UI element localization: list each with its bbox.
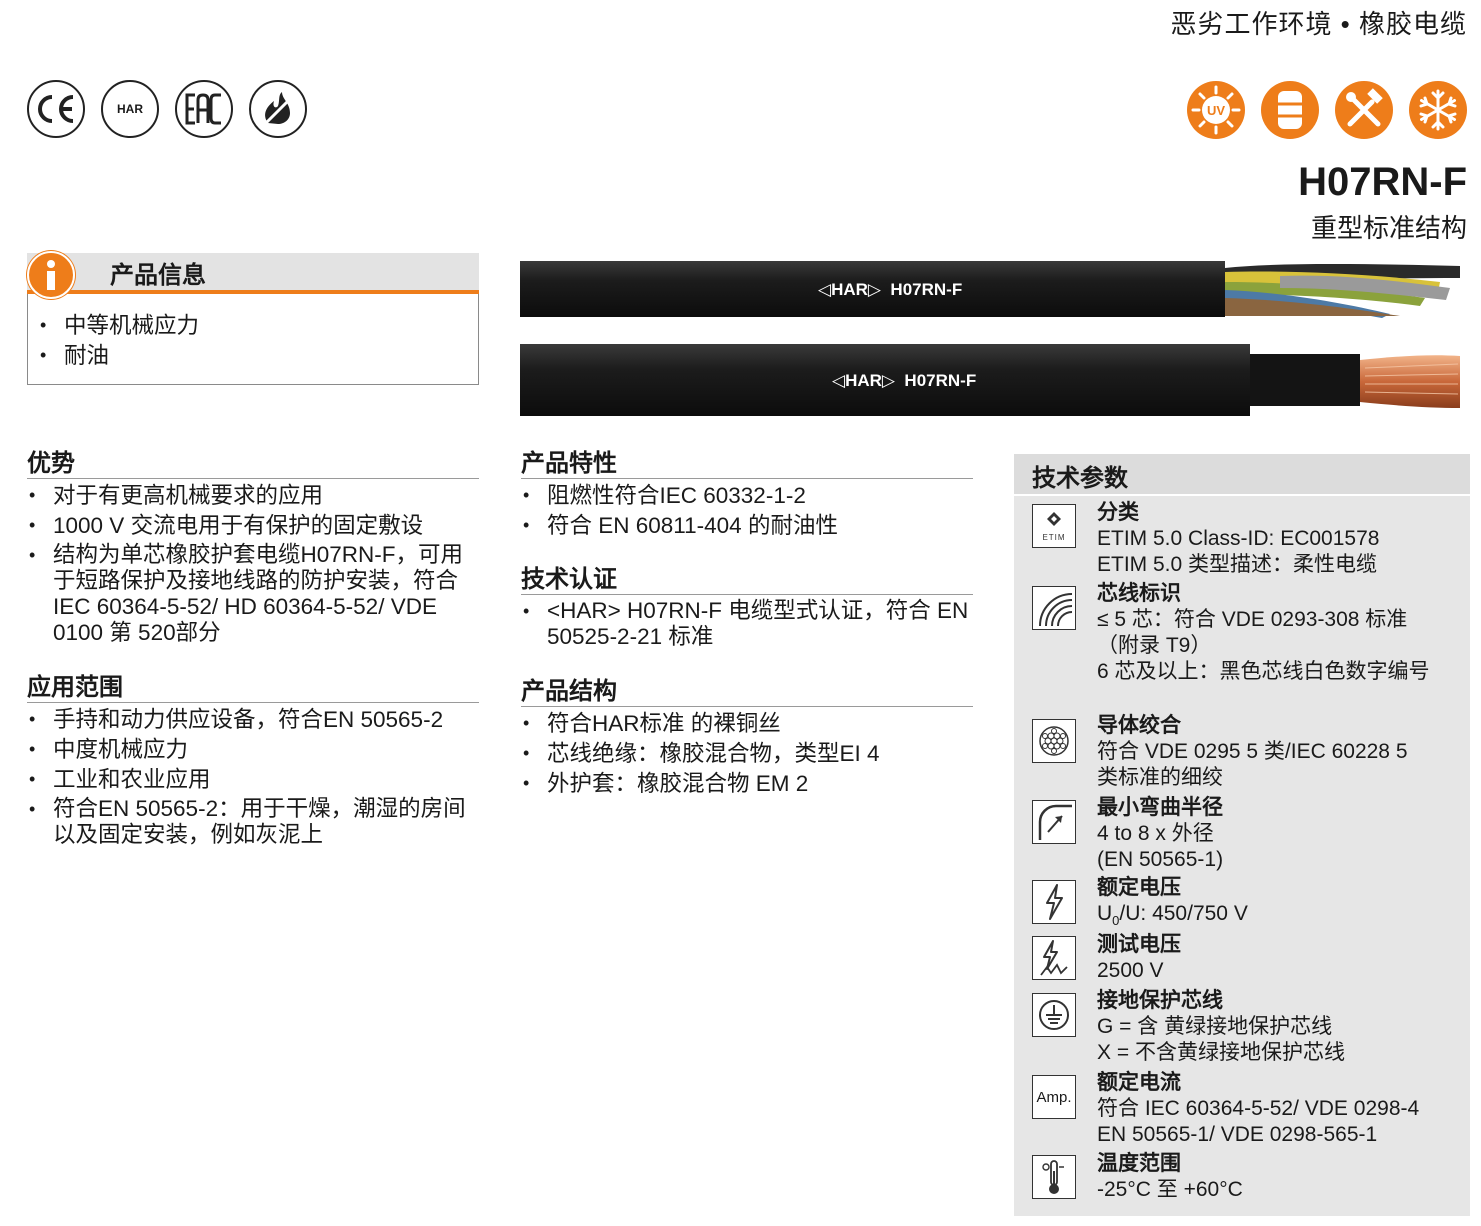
voltage-value: /U: 450/750 V	[1119, 902, 1248, 925]
param-title: 芯线标识	[1097, 582, 1181, 605]
section-title: 产品结构	[521, 678, 973, 707]
structure-section: 产品结构 符合HAR标准 的裸铜丝 芯线绝缘：橡胶混合物，类型EI 4 外护套：…	[521, 678, 973, 800]
oil-resistant-icon	[1261, 81, 1319, 139]
eac-mark-icon	[175, 80, 233, 138]
list-item: 中度机械应力	[27, 736, 479, 763]
applications-section: 应用范围 手持和动力供应设备，符合EN 50565-2 中度机械应力 工业和农业…	[27, 674, 479, 851]
certification-section: 技术认证 <HAR> H07RN-F 电缆型式认证，符合 EN 50525-2-…	[521, 566, 973, 653]
etim-icon: ETIM	[1032, 504, 1076, 548]
bending-radius-block: 最小弯曲半径 4 to 8 x 外径 (EN 50565-1)	[1097, 795, 1223, 873]
model-title: H07RN-F	[1298, 160, 1467, 204]
cold-resistant-icon	[1409, 81, 1467, 139]
flame-retardant-icon	[249, 80, 307, 138]
param-value: （附录 T9）	[1097, 634, 1212, 657]
features-section: 产品特性 阻燃性符合IEC 60332-1-2 符合 EN 60811-404 …	[521, 450, 973, 542]
section-title: 优势	[27, 450, 479, 479]
section-title: 技术认证	[521, 566, 973, 595]
core-identification-block: 芯线标识 ≤ 5 芯：符合 VDE 0293-308 标准 （附录 T9） 6 …	[1097, 581, 1430, 685]
rated-voltage-icon	[1032, 880, 1076, 924]
uv-resistant-icon: UV	[1187, 81, 1245, 139]
list-item: 符合EN 50565-2：用于干燥，潮湿的房间以及固定安装，例如灰泥上	[27, 796, 479, 848]
info-icon	[27, 251, 75, 299]
param-value: 4 to 8 x 外径	[1097, 822, 1214, 845]
earth-conductor-block: 接地保护芯线 G = 含 黄绿接地保护芯线 X = 不含黄绿接地保护芯线	[1097, 988, 1345, 1066]
voltage-symbol: U	[1097, 902, 1113, 925]
mechanical-stress-icon	[1335, 81, 1393, 139]
temperature-block: 温度范围 -25°C 至 +60°C	[1097, 1151, 1243, 1203]
classification-block: 分类 ETIM 5.0 Class-ID: EC001578 ETIM 5.0 …	[1097, 500, 1379, 578]
list-item: 1000 V 交流电用于有保护的固定敷设	[27, 512, 479, 539]
list-item: 外护套：橡胶混合物 EM 2	[521, 770, 973, 797]
param-value: 6 芯及以上：黑色芯线白色数字编号	[1097, 660, 1430, 683]
list-item: 芯线绝缘：橡胶混合物，类型EI 4	[521, 740, 973, 767]
earth-conductor-icon	[1032, 993, 1076, 1037]
param-value: G = 含 黄绿接地保护芯线	[1097, 1015, 1333, 1038]
amp-icon: Amp.	[1032, 1075, 1076, 1119]
product-info-header	[27, 253, 479, 294]
list-item: <HAR> H07RN-F 电缆型式认证，符合 EN 50525-2-21 标准	[521, 598, 973, 650]
conductor-stranding-icon	[1032, 719, 1076, 763]
rated-current-block: 额定电流 符合 IEC 60364-5-52/ VDE 0298-4 EN 50…	[1097, 1070, 1419, 1148]
list-item: 符合HAR标准 的裸铜丝	[521, 710, 973, 737]
tech-params-title: 技术参数	[1032, 465, 1128, 492]
param-value: EN 50565-1/ VDE 0298-565-1	[1097, 1123, 1378, 1146]
param-title: 接地保护芯线	[1097, 989, 1223, 1012]
param-value: 类标准的细绞	[1097, 766, 1223, 789]
param-value: ≤ 5 芯：符合 VDE 0293-308 标准	[1097, 608, 1408, 631]
list-item: 耐油	[38, 342, 468, 369]
svg-text:ETIM: ETIM	[1042, 533, 1065, 542]
list-item: 阻燃性符合IEC 60332-1-2	[521, 482, 973, 509]
param-value: 符合 VDE 0295 5 类/IEC 60228 5	[1097, 740, 1408, 763]
category-title: 恶劣工作环境 • 橡胶电缆	[1170, 9, 1467, 39]
list-item: 手持和动力供应设备，符合EN 50565-2	[27, 706, 479, 733]
rated-voltage-block: 额定电压 U0/U: 450/750 V	[1097, 875, 1248, 934]
section-title: 产品特性	[521, 450, 973, 479]
product-info-list: 中等机械应力 耐油	[38, 312, 468, 372]
svg-text:UV: UV	[1207, 103, 1225, 118]
param-title: 额定电流	[1097, 1071, 1181, 1094]
param-value: -25°C 至 +60°C	[1097, 1178, 1243, 1201]
param-value: 符合 IEC 60364-5-52/ VDE 0298-4	[1097, 1097, 1420, 1120]
conductor-block: 导体绞合 符合 VDE 0295 5 类/IEC 60228 5 类标准的细绞	[1097, 713, 1408, 791]
core-identification-icon	[1032, 586, 1076, 630]
thermometer-icon	[1032, 1155, 1076, 1199]
param-value: U0/U: 450/750 V	[1097, 901, 1248, 934]
model-subtitle: 重型标准结构	[1310, 213, 1467, 243]
param-title: 分类	[1097, 501, 1139, 524]
param-title: 额定电压	[1097, 876, 1181, 899]
param-title: 温度范围	[1097, 1152, 1181, 1175]
ce-mark-icon	[27, 80, 85, 138]
list-item: 符合 EN 60811-404 的耐油性	[521, 512, 973, 539]
param-title: 导体绞合	[1097, 714, 1181, 737]
cable-image	[520, 261, 1460, 416]
list-item: 工业和农业应用	[27, 766, 479, 793]
list-item: 结构为单芯橡胶护套电缆H07RN-F，可用于短路保护及接地线路的防护安装，符合I…	[27, 542, 479, 646]
list-item: 中等机械应力	[38, 312, 468, 339]
param-value: (EN 50565-1)	[1097, 848, 1224, 871]
test-voltage-icon	[1032, 936, 1076, 980]
param-title: 最小弯曲半径	[1097, 796, 1223, 819]
har-mark-icon: HAR	[101, 80, 159, 138]
list-item: 对于有更高机械要求的应用	[27, 482, 479, 509]
param-title: 测试电压	[1097, 933, 1181, 956]
param-value: 2500 V	[1097, 959, 1164, 982]
bending-radius-icon	[1032, 800, 1076, 844]
param-value: ETIM 5.0 类型描述：柔性电缆	[1097, 553, 1378, 576]
section-title: 应用范围	[27, 674, 479, 703]
cable-print-top: ◁HAR▷ H07RN-F	[818, 280, 963, 299]
advantages-section: 优势 对于有更高机械要求的应用 1000 V 交流电用于有保护的固定敷设 结构为…	[27, 450, 479, 649]
test-voltage-block: 测试电压 2500 V	[1097, 932, 1181, 984]
param-value: X = 不含黄绿接地保护芯线	[1097, 1041, 1345, 1064]
cable-print-bottom: ◁HAR▷ H07RN-F	[832, 371, 977, 390]
param-value: ETIM 5.0 Class-ID: EC001578	[1097, 527, 1380, 550]
product-info-title: 产品信息	[110, 262, 206, 289]
